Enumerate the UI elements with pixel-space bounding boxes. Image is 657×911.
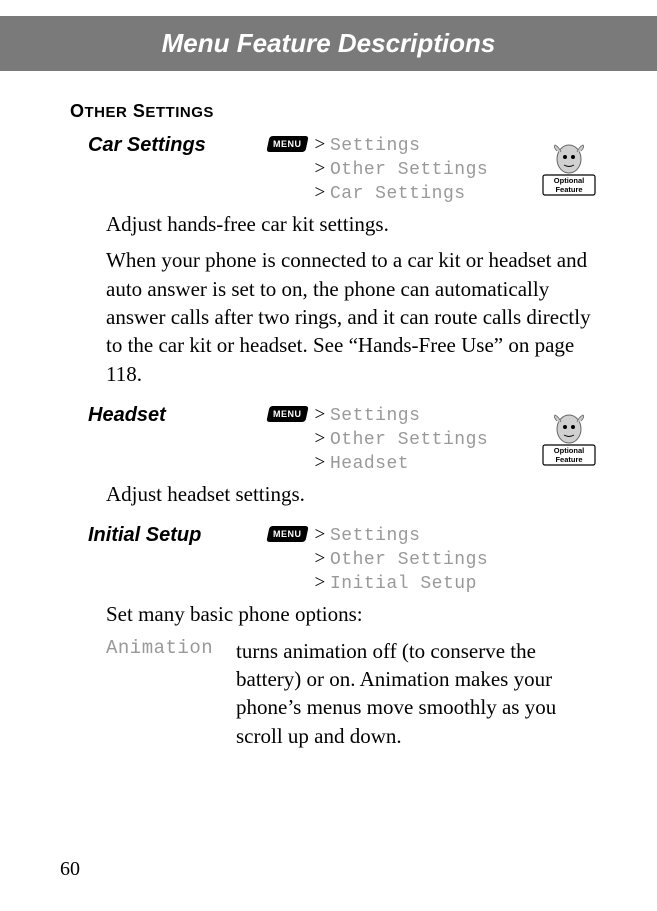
path-line: > Car Settings xyxy=(315,182,489,204)
feature-initial-setup: Initial Setup MENU > Settings > Other Se… xyxy=(88,524,597,750)
option-name: Animation xyxy=(106,637,236,750)
path-line: > Settings xyxy=(315,404,489,426)
section-heading: OTHER SETTINGS xyxy=(70,101,597,122)
optional-feature-icon: Optional Feature xyxy=(541,411,597,467)
feature-body-text: Adjust hands-free car kit settings. xyxy=(106,210,597,238)
header-title: Menu Feature Descriptions xyxy=(162,28,496,58)
feature-header: Headset MENU > Settings > Other Settings… xyxy=(88,404,597,474)
menu-key-icon: MENU xyxy=(266,526,308,542)
content-area: OTHER SETTINGS Car Settings MENU > Setti… xyxy=(0,71,657,750)
path-line: > Other Settings xyxy=(315,158,489,180)
menu-path: MENU > Settings > Other Settings > Initi… xyxy=(268,524,597,594)
svg-text:Feature: Feature xyxy=(555,185,582,194)
page-header: Menu Feature Descriptions xyxy=(0,16,657,71)
feature-title: Initial Setup xyxy=(88,524,268,547)
feature-headset: Headset MENU > Settings > Other Settings… xyxy=(88,404,597,508)
feature-header: Initial Setup MENU > Settings > Other Se… xyxy=(88,524,597,594)
path-lines: > Settings > Other Settings > Car Settin… xyxy=(315,134,489,204)
feature-car-settings: Car Settings MENU > Settings > Other Set… xyxy=(88,134,597,388)
feature-header: Car Settings MENU > Settings > Other Set… xyxy=(88,134,597,204)
feature-title: Car Settings xyxy=(88,134,268,157)
menu-key-icon: MENU xyxy=(266,136,308,152)
option-description: turns animation off (to conserve the bat… xyxy=(236,637,597,750)
feature-body-text: When your phone is connected to a car ki… xyxy=(106,246,597,388)
path-line: > Other Settings xyxy=(315,548,489,570)
option-row: Animation turns animation off (to conser… xyxy=(106,637,597,750)
menu-path: MENU > Settings > Other Settings > Heads… xyxy=(268,404,533,474)
page-number: 60 xyxy=(60,858,80,881)
path-line: > Headset xyxy=(315,452,489,474)
feature-body-text: Adjust headset settings. xyxy=(106,480,597,508)
svg-text:Optional: Optional xyxy=(554,446,584,455)
menu-path: MENU > Settings > Other Settings > Car S… xyxy=(268,134,533,204)
path-line: > Other Settings xyxy=(315,428,489,450)
menu-key-icon: MENU xyxy=(266,406,308,422)
svg-text:Feature: Feature xyxy=(555,455,582,464)
path-line: > Initial Setup xyxy=(315,572,489,594)
optional-feature-icon: Optional Feature xyxy=(541,141,597,197)
path-line: > Settings xyxy=(315,134,489,156)
feature-title: Headset xyxy=(88,404,268,427)
svg-text:Optional: Optional xyxy=(554,176,584,185)
path-line: > Settings xyxy=(315,524,489,546)
path-lines: > Settings > Other Settings > Initial Se… xyxy=(315,524,489,594)
path-lines: > Settings > Other Settings > Headset xyxy=(315,404,489,474)
feature-body-text: Set many basic phone options: xyxy=(106,600,597,628)
